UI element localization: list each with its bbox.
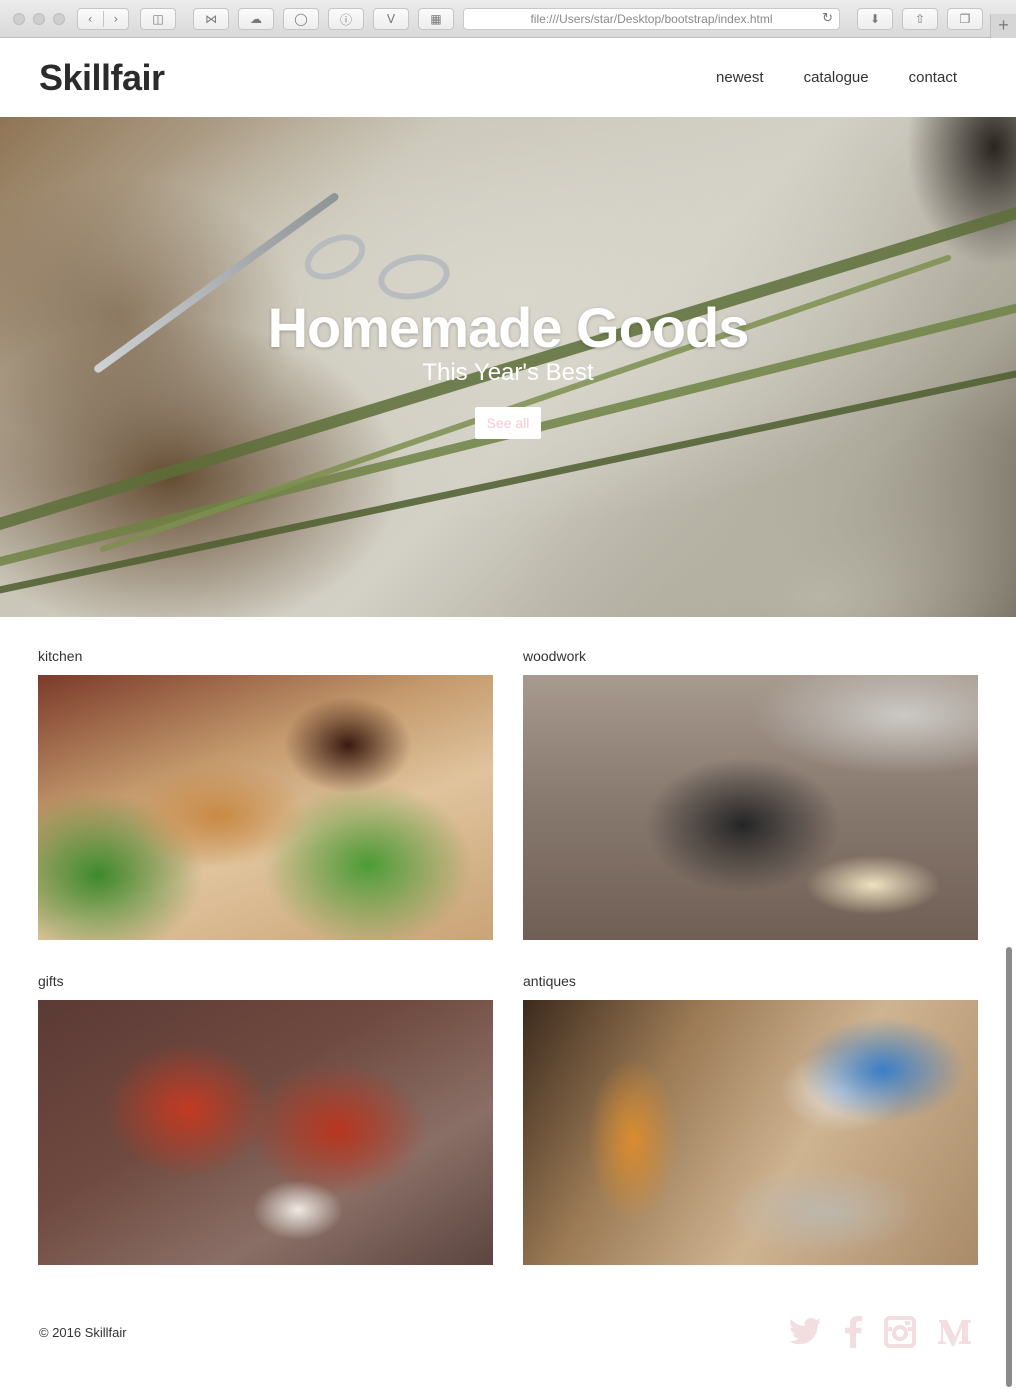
- nav-newest[interactable]: newest: [716, 69, 764, 86]
- info-icon: ⓘ: [339, 12, 352, 27]
- minimize-window-icon[interactable]: [33, 13, 45, 25]
- tabs-button[interactable]: ❐: [947, 8, 983, 30]
- url-text: file:///Users/star/Desktop/bootstrap/ind…: [530, 12, 773, 26]
- extension-button-4[interactable]: ⓘ: [328, 8, 364, 30]
- hero-banner: Homemade Goods This Year's Best See all: [0, 117, 1016, 617]
- brand-logo[interactable]: Skillfair: [39, 57, 165, 99]
- social-links: [788, 1316, 972, 1348]
- hero-subtitle: This Year's Best: [422, 359, 594, 386]
- category-label[interactable]: woodwork: [523, 648, 978, 668]
- category-image-gifts[interactable]: [38, 1000, 493, 1265]
- bow-tie-icon: ⋈: [205, 12, 217, 26]
- browser-toolbar: ‹ › ◫ ⋈ ☁ ◯ ⓘ V ▦ file:///Users/star/Des…: [0, 0, 1016, 38]
- back-icon[interactable]: ‹: [88, 12, 93, 26]
- page-scrollbar[interactable]: [1006, 947, 1012, 1387]
- nav-catalogue[interactable]: catalogue: [804, 69, 869, 86]
- downloads-button[interactable]: ⬇: [857, 8, 893, 30]
- vimeo-icon: V: [386, 12, 396, 26]
- category-image-woodwork[interactable]: [523, 675, 978, 940]
- extension-button-2[interactable]: ☁: [238, 8, 274, 30]
- zoom-window-icon[interactable]: [53, 13, 65, 25]
- extension-button-6[interactable]: ▦: [418, 8, 454, 30]
- reload-icon[interactable]: ↻: [822, 11, 833, 26]
- reading-list-icon: ▦: [430, 12, 442, 26]
- download-icon: ⬇: [869, 12, 881, 26]
- tabs-icon: ❐: [959, 12, 971, 26]
- sidebar-icon: ◫: [152, 12, 164, 26]
- hero-image-grass: [0, 368, 1016, 604]
- extension-button-1[interactable]: ⋈: [193, 8, 229, 30]
- address-bar[interactable]: file:///Users/star/Desktop/bootstrap/ind…: [463, 8, 840, 30]
- twitter-icon[interactable]: [788, 1317, 822, 1347]
- forward-icon[interactable]: ›: [114, 12, 119, 26]
- instagram-icon[interactable]: [884, 1316, 916, 1348]
- hero-image-scissors-handle: [297, 225, 373, 289]
- see-all-button[interactable]: See all: [475, 407, 541, 439]
- extension-button-5[interactable]: V: [373, 8, 409, 30]
- category-image-antiques[interactable]: [523, 1000, 978, 1265]
- category-card-woodwork[interactable]: woodwork: [523, 648, 978, 940]
- facebook-icon[interactable]: [844, 1316, 862, 1348]
- category-image-kitchen[interactable]: [38, 675, 493, 940]
- back-forward-buttons[interactable]: ‹ ›: [77, 8, 129, 30]
- new-tab-button[interactable]: +: [990, 14, 1016, 38]
- nav-contact[interactable]: contact: [909, 69, 957, 86]
- share-button[interactable]: ⇧: [902, 8, 938, 30]
- shield-icon: ◯: [294, 12, 308, 26]
- share-icon: ⇧: [914, 12, 926, 26]
- main-nav: newest catalogue contact: [716, 69, 957, 86]
- category-label[interactable]: gifts: [38, 973, 493, 993]
- site-footer: © 2016 Skillfair: [0, 1300, 1016, 1389]
- close-window-icon[interactable]: [13, 13, 25, 25]
- site-header: Skillfair newest catalogue contact: [0, 38, 1016, 117]
- copyright-text: © 2016 Skillfair: [39, 1325, 127, 1340]
- sidebar-button[interactable]: ◫: [140, 8, 176, 30]
- cloud-icon: ☁: [250, 12, 262, 26]
- category-card-kitchen[interactable]: kitchen: [38, 648, 493, 940]
- medium-icon[interactable]: [938, 1318, 972, 1346]
- category-label[interactable]: antiques: [523, 973, 978, 993]
- hero-title: Homemade Goods: [267, 296, 750, 359]
- category-card-antiques[interactable]: antiques: [523, 973, 978, 1265]
- extension-button-3[interactable]: ◯: [283, 8, 319, 30]
- category-card-gifts[interactable]: gifts: [38, 973, 493, 1265]
- category-label[interactable]: kitchen: [38, 648, 493, 668]
